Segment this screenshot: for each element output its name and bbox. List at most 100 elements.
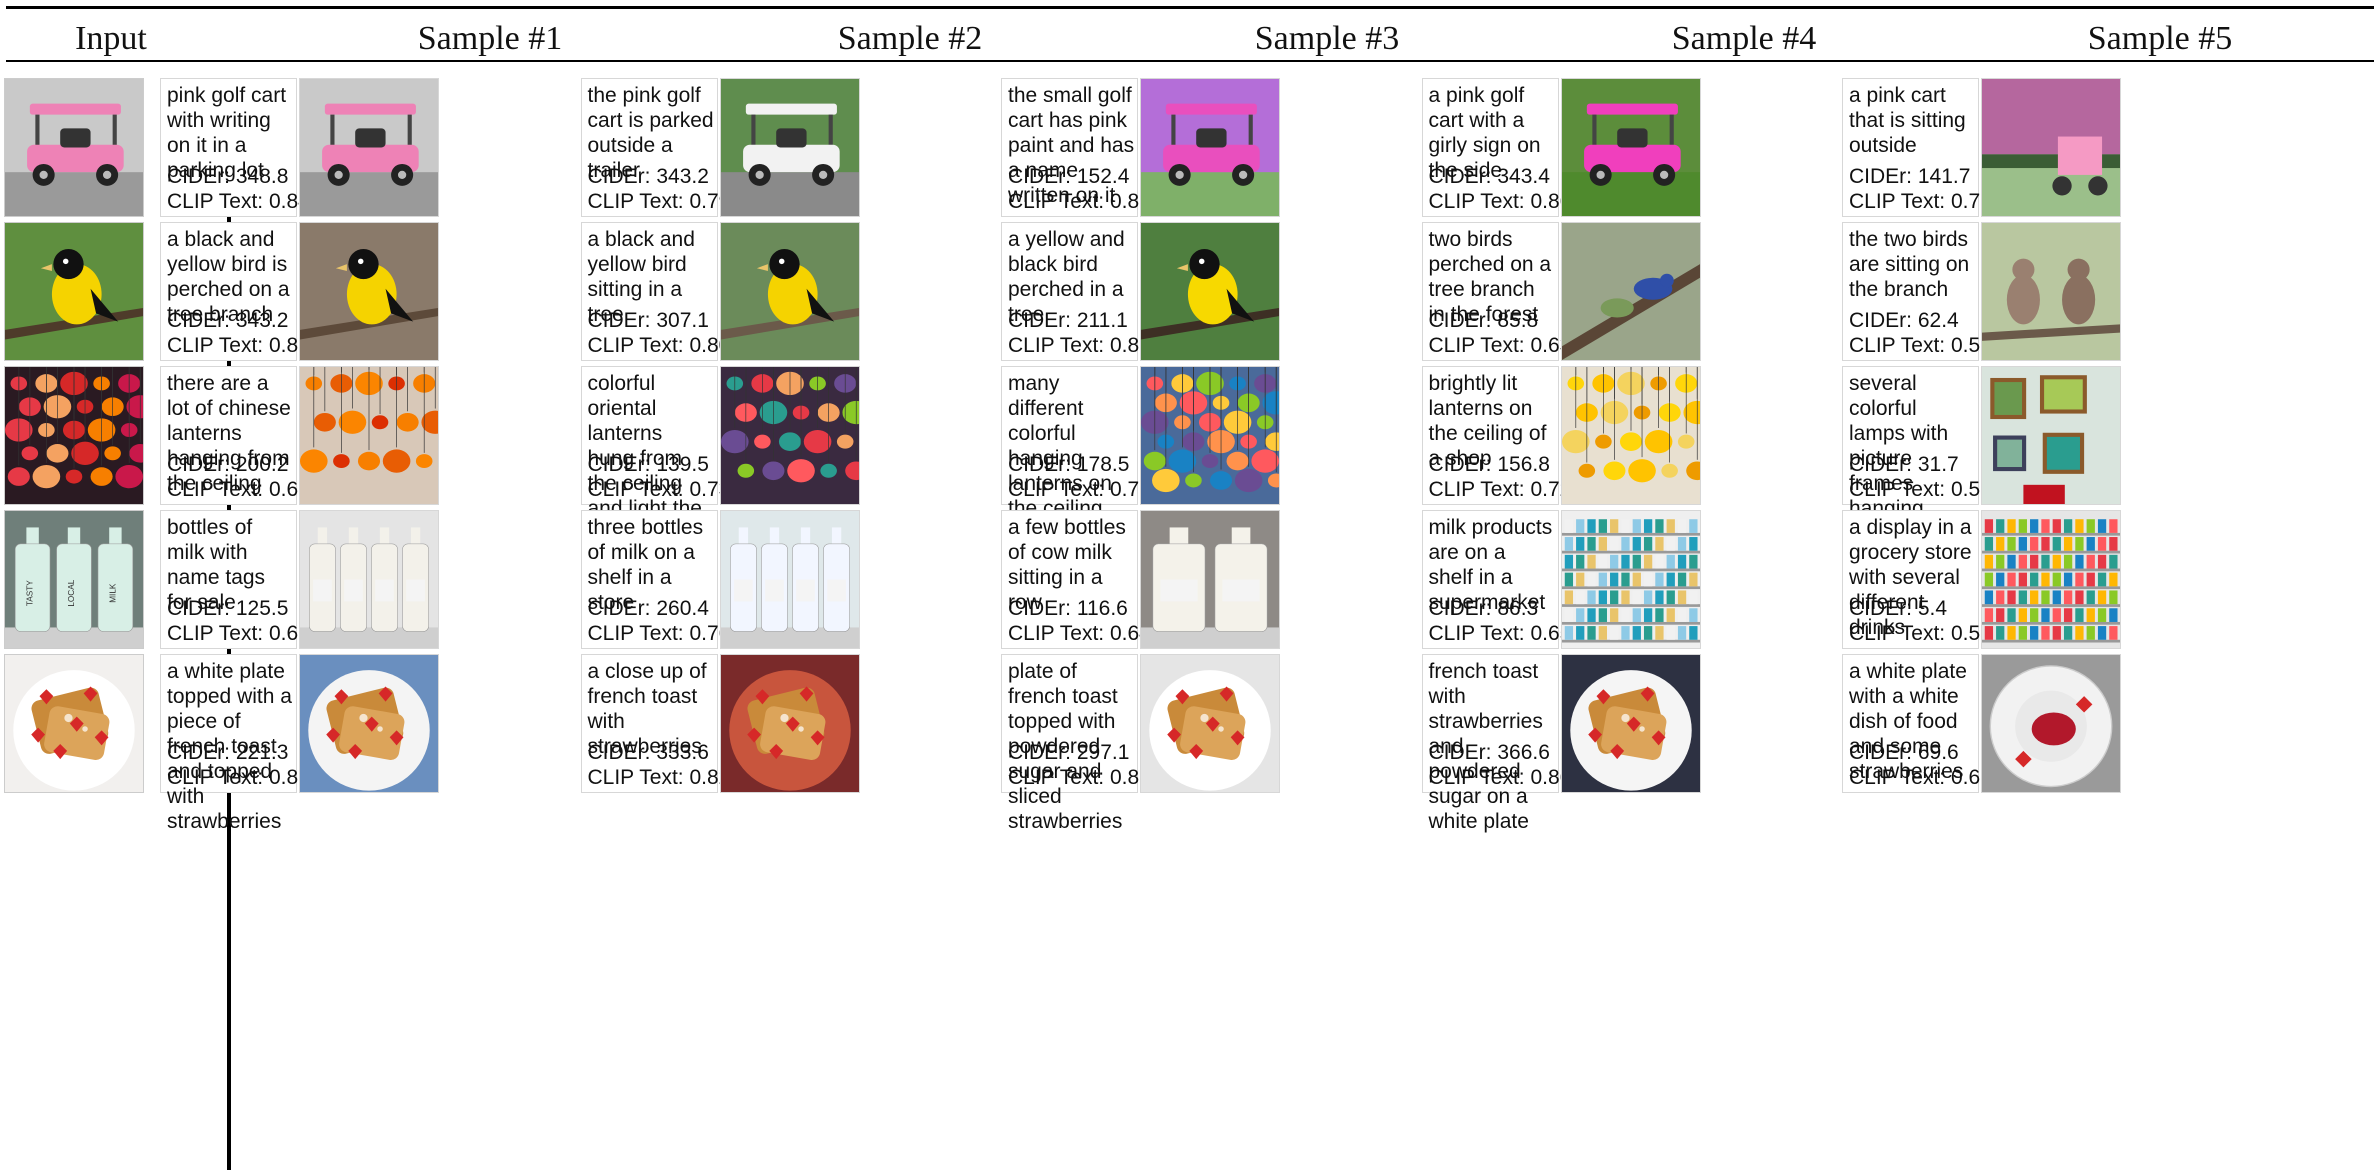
generated-image xyxy=(1981,78,2121,217)
cider-value: 211.1 xyxy=(1076,309,1128,332)
caption-cell: french toast with strawberries and powde… xyxy=(1421,654,1583,833)
cider-value: 31.7 xyxy=(1917,453,1959,476)
generated-image xyxy=(1560,654,1701,793)
clip-label: CLIP Text: xyxy=(167,622,264,645)
caption-cell: two birds perched on a tree branch in th… xyxy=(1421,222,1583,361)
caption-cell: a white plate topped with a piece of fre… xyxy=(160,654,322,833)
clip-label: CLIP Text: xyxy=(1428,622,1525,645)
cider-value: 86.3 xyxy=(1497,597,1539,620)
cider-label: CIDEr: xyxy=(167,309,230,332)
cider-label: CIDEr: xyxy=(587,453,651,476)
clip-label: CLIP Text: xyxy=(1849,190,1946,213)
caption-cell: a white plate with a white dish of food … xyxy=(1842,654,2004,793)
cider-label: CIDEr: xyxy=(1849,597,1912,620)
clip-label: CLIP Text: xyxy=(167,334,264,357)
cider-label: CIDEr: xyxy=(1849,741,1912,764)
cider-label: CIDEr: xyxy=(1428,453,1492,476)
header-sample-5: Sample #5 xyxy=(2087,20,2233,57)
generated-image xyxy=(719,222,860,361)
cider-value: 200.2 xyxy=(235,453,289,476)
caption-cell: there are a lot of chinese lanterns hang… xyxy=(160,366,322,505)
header-sample-2: Sample #2 xyxy=(837,20,983,57)
generated-image xyxy=(1560,366,1701,505)
clip-label: CLIP Text: xyxy=(1008,622,1105,645)
generated-image xyxy=(1981,510,2121,649)
caption-cell: the two birds are sitting on the branch C… xyxy=(1842,222,2004,361)
input-image: TASTY LOCAL MILK xyxy=(4,510,144,649)
cider-label: CIDEr: xyxy=(167,741,230,764)
generated-image xyxy=(719,366,860,505)
cider-label: CIDEr: xyxy=(1008,165,1071,188)
caption-cell: pink golf cart with writing on it in a p… xyxy=(160,78,322,217)
cider-value: 85.8 xyxy=(1497,309,1539,332)
clip-label: CLIP Text: xyxy=(587,478,684,501)
cider-value: 116.6 xyxy=(1076,597,1128,620)
cider-label: CIDEr: xyxy=(1428,165,1492,188)
cider-value: 139.5 xyxy=(656,453,709,476)
cider-value: 62.4 xyxy=(1917,309,1959,332)
caption-cell: a pink golf cart with a girly sign on th… xyxy=(1421,78,1583,217)
cider-value: 343.2 xyxy=(235,309,289,332)
caption-cell: a close up of french toast with strawber… xyxy=(580,654,742,793)
cider-label: CIDEr: xyxy=(167,597,230,620)
clip-label: CLIP Text: xyxy=(1008,478,1105,501)
cider-label: CIDEr: xyxy=(1428,741,1492,764)
clip-label: CLIP Text: xyxy=(1849,766,1946,789)
cider-label: CIDEr: xyxy=(1008,453,1071,476)
cider-label: CIDEr: xyxy=(167,453,230,476)
cider-label: CIDEr: xyxy=(167,165,230,188)
cider-label: CIDEr: xyxy=(587,597,651,620)
generated-image xyxy=(299,510,439,649)
clip-label: CLIP Text: xyxy=(167,766,264,789)
generated-image xyxy=(1140,222,1280,361)
clip-label: CLIP Text: xyxy=(1008,334,1105,357)
cider-value: 343.4 xyxy=(1497,165,1550,188)
header-sample-4: Sample #4 xyxy=(1671,20,1817,57)
clip-label: CLIP Text: xyxy=(587,190,684,213)
cider-label: CIDEr: xyxy=(1008,309,1071,332)
generated-image xyxy=(1140,654,1280,793)
generated-image xyxy=(719,510,860,649)
clip-label: CLIP Text: xyxy=(1008,766,1105,789)
cider-label: CIDEr: xyxy=(1008,741,1071,764)
cider-label: CIDEr: xyxy=(1008,597,1071,620)
clip-label: CLIP Text: xyxy=(167,190,264,213)
caption-cell: a pink cart that is sitting outside CIDEr… xyxy=(1842,78,2004,217)
cider-value: 125.5 xyxy=(235,597,289,620)
clip-label: CLIP Text: xyxy=(1008,190,1105,213)
cider-value: 260.4 xyxy=(656,597,709,620)
caption-cell: the small golf cart has pink paint and h… xyxy=(1001,78,1163,217)
generated-image xyxy=(1981,222,2121,361)
clip-label: CLIP Text: xyxy=(1428,766,1525,789)
generated-image xyxy=(1140,78,1280,217)
input-image xyxy=(4,366,144,505)
cider-value: 348.8 xyxy=(235,165,289,188)
generated-image xyxy=(719,78,860,217)
input-image xyxy=(4,222,144,361)
caption-cell: many different colorful hanging lanterns… xyxy=(1001,366,1163,520)
caption-cell: milk products are on a shelf in a superm… xyxy=(1421,510,1583,649)
generated-image xyxy=(299,654,439,793)
caption-cell: the pink golf cart is parked outside a t… xyxy=(580,78,742,217)
cider-label: CIDEr: xyxy=(1849,453,1912,476)
generated-image xyxy=(1560,510,1701,649)
clip-label: CLIP Text: xyxy=(1849,622,1946,645)
cider-label: CIDEr: xyxy=(1428,309,1492,332)
caption-text: a pink cart that is sitting outside xyxy=(1849,84,1966,157)
cider-value: 5.4 xyxy=(1917,597,1948,620)
cider-label: CIDEr: xyxy=(1849,165,1912,188)
svg-text:LOCAL: LOCAL xyxy=(67,579,76,606)
cider-label: CIDEr: xyxy=(1428,597,1492,620)
clip-label: CLIP Text: xyxy=(1849,478,1946,501)
caption-cell: plate of french toast topped with powder… xyxy=(1001,654,1163,833)
cider-value: 141.7 xyxy=(1917,165,1971,188)
cider-label: CIDEr: xyxy=(587,165,651,188)
caption-cell: a yellow and black bird perched in a tre… xyxy=(1001,222,1163,361)
cider-label: CIDEr: xyxy=(587,309,651,332)
caption-cell: bottles of milk with name tags for sale C… xyxy=(160,510,322,649)
cider-value: 297.1 xyxy=(1076,741,1130,764)
clip-label: CLIP Text: xyxy=(587,622,684,645)
generated-image xyxy=(299,78,439,217)
generated-image xyxy=(299,222,439,361)
cider-label: CIDEr: xyxy=(587,741,651,764)
